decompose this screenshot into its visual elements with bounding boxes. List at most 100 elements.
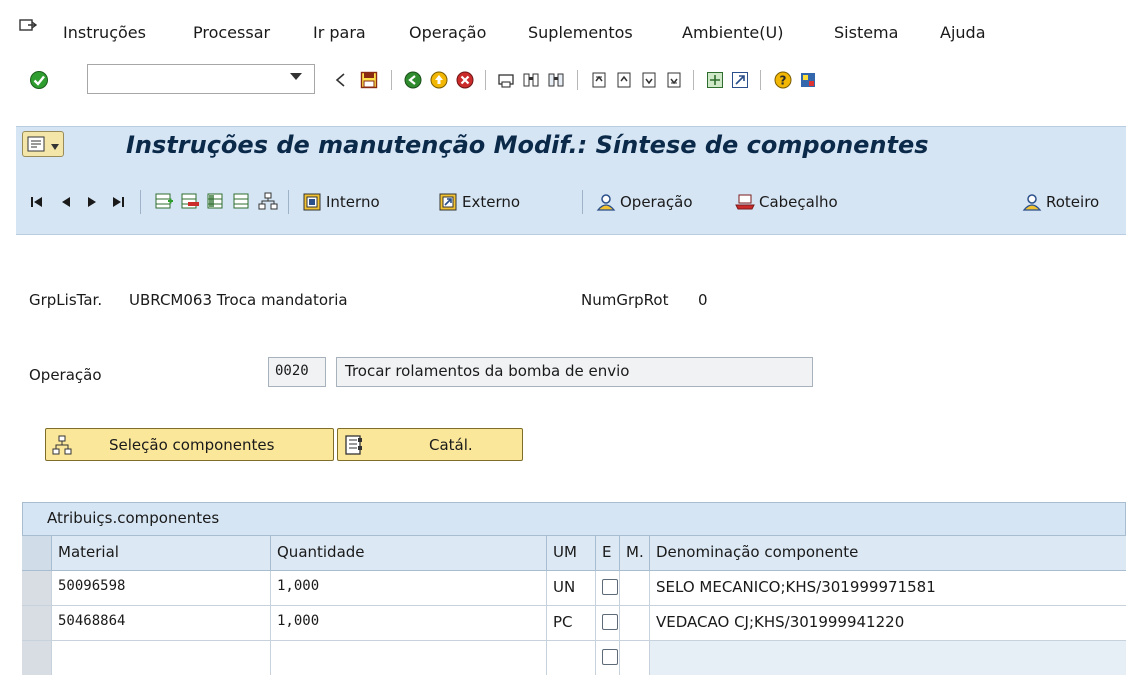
m-cell bbox=[620, 606, 650, 640]
quantity-cell[interactable]: 1,000 bbox=[271, 571, 547, 605]
description-cell[interactable] bbox=[650, 641, 1126, 675]
interno-label: Interno bbox=[326, 193, 380, 211]
check-icon[interactable] bbox=[29, 70, 49, 90]
e-checkbox-cell bbox=[596, 606, 620, 640]
quantity-cell[interactable]: 1,000 bbox=[271, 606, 547, 640]
collapse-icon[interactable] bbox=[332, 71, 350, 89]
menu-ambiente[interactable]: Ambiente(U) bbox=[682, 23, 783, 42]
insert-row-icon[interactable] bbox=[154, 191, 174, 211]
col-um[interactable]: UM bbox=[547, 536, 596, 570]
external-icon bbox=[439, 193, 457, 211]
delete-row-icon[interactable] bbox=[180, 191, 200, 211]
toolbar-separator bbox=[288, 190, 289, 214]
material-cell[interactable]: 50468864 bbox=[52, 606, 271, 640]
externo-label: Externo bbox=[462, 193, 521, 211]
shortcut-icon[interactable] bbox=[731, 71, 749, 89]
system-menu-button[interactable] bbox=[22, 131, 64, 157]
first-page-icon[interactable] bbox=[590, 71, 608, 89]
next-page-icon[interactable] bbox=[640, 71, 658, 89]
command-dropdown-icon[interactable] bbox=[290, 73, 302, 80]
menu-processar[interactable]: Processar bbox=[193, 23, 270, 42]
previous-record-icon[interactable] bbox=[58, 195, 74, 209]
menu-suplementos[interactable]: Suplementos bbox=[528, 23, 633, 42]
cancel-icon[interactable] bbox=[456, 71, 474, 89]
group-label: GrpLisTar. bbox=[29, 291, 103, 309]
catalog-button[interactable]: Catál. bbox=[337, 428, 523, 461]
header-icon bbox=[735, 194, 755, 210]
page-title: Instruções de manutenção Modif.: Síntese… bbox=[126, 131, 929, 159]
row-selector[interactable] bbox=[22, 641, 52, 675]
row-selector[interactable] bbox=[22, 571, 52, 605]
e-checkbox[interactable] bbox=[602, 649, 618, 665]
toolbar-separator bbox=[577, 70, 578, 90]
person-icon bbox=[1022, 194, 1042, 211]
customize-layout-icon[interactable] bbox=[799, 71, 817, 89]
component-selection-button[interactable]: Seleção componentes bbox=[45, 428, 334, 461]
menu-sistema[interactable]: Sistema bbox=[834, 23, 898, 42]
unit-cell[interactable]: UN bbox=[547, 571, 596, 605]
toolbar-separator bbox=[760, 70, 761, 90]
e-checkbox[interactable] bbox=[602, 579, 618, 595]
col-quantidade[interactable]: Quantidade bbox=[271, 536, 547, 570]
system-icon bbox=[27, 136, 45, 152]
e-checkbox-cell bbox=[596, 571, 620, 605]
description-cell[interactable]: VEDACAO CJ;KHS/301999941220 bbox=[650, 606, 1126, 640]
toolbar-separator bbox=[582, 190, 583, 214]
internal-icon bbox=[303, 193, 321, 211]
col-m[interactable]: M. bbox=[620, 536, 650, 570]
externo-button[interactable]: Externo bbox=[438, 188, 520, 216]
table-row: 50096598 1,000 UN SELO MECANICO;KHS/3019… bbox=[22, 571, 1126, 606]
table-row bbox=[22, 641, 1126, 675]
help-icon[interactable]: ? bbox=[774, 71, 792, 89]
catalog-label: Catál. bbox=[429, 435, 473, 454]
menu-ajuda[interactable]: Ajuda bbox=[940, 23, 986, 42]
unit-cell[interactable] bbox=[547, 641, 596, 675]
counter-value: 0 bbox=[698, 291, 708, 309]
e-checkbox-cell bbox=[596, 641, 620, 675]
last-page-icon[interactable] bbox=[665, 71, 683, 89]
toolbar-separator bbox=[140, 190, 141, 214]
e-checkbox[interactable] bbox=[602, 614, 618, 630]
operacao-button[interactable]: Operação bbox=[596, 188, 693, 216]
select-all-rows-button[interactable] bbox=[22, 536, 52, 570]
material-cell[interactable]: 50096598 bbox=[52, 571, 271, 605]
material-cell[interactable] bbox=[52, 641, 271, 675]
find-next-icon[interactable] bbox=[547, 71, 565, 89]
create-session-icon[interactable] bbox=[706, 71, 724, 89]
menu-instrucoes[interactable]: Instruções bbox=[63, 23, 146, 42]
find-icon[interactable] bbox=[522, 71, 540, 89]
previous-page-icon[interactable] bbox=[615, 71, 633, 89]
hierarchy-icon[interactable] bbox=[258, 191, 278, 211]
menu-icon[interactable] bbox=[19, 19, 37, 35]
back-icon[interactable] bbox=[404, 71, 422, 89]
interno-button[interactable]: Interno bbox=[302, 188, 380, 216]
toolbar-separator bbox=[485, 70, 486, 90]
description-cell[interactable]: SELO MECANICO;KHS/301999971581 bbox=[650, 571, 1126, 605]
print-icon[interactable] bbox=[497, 71, 515, 89]
col-denominacao[interactable]: Denominação componente bbox=[650, 536, 1126, 570]
col-material[interactable]: Material bbox=[52, 536, 271, 570]
next-record-icon[interactable] bbox=[84, 195, 100, 209]
group-value: UBRCM063 Troca mandatoria bbox=[129, 291, 348, 309]
roteiro-button[interactable]: Roteiro bbox=[1022, 188, 1099, 216]
exit-icon[interactable] bbox=[430, 71, 448, 89]
operation-label: Operação bbox=[29, 366, 102, 384]
command-field[interactable] bbox=[87, 64, 315, 94]
cabecalho-button[interactable]: Cabeçalho bbox=[735, 188, 838, 216]
row-selector[interactable] bbox=[22, 606, 52, 640]
menu-operacao[interactable]: Operação bbox=[409, 23, 486, 42]
unit-cell[interactable]: PC bbox=[547, 606, 596, 640]
col-e[interactable]: E bbox=[596, 536, 620, 570]
operacao-label: Operação bbox=[620, 193, 693, 211]
toolbar-separator bbox=[391, 70, 392, 90]
person-icon bbox=[596, 194, 616, 211]
component-selection-label: Seleção componentes bbox=[109, 435, 275, 454]
chevron-down-icon bbox=[51, 144, 59, 150]
quantity-cell[interactable] bbox=[271, 641, 547, 675]
select-all-icon[interactable] bbox=[206, 191, 226, 211]
save-icon[interactable] bbox=[360, 71, 378, 89]
last-record-icon[interactable] bbox=[110, 195, 126, 209]
deselect-all-icon[interactable] bbox=[232, 191, 252, 211]
first-record-icon[interactable] bbox=[29, 195, 45, 209]
menu-ir-para[interactable]: Ir para bbox=[313, 23, 366, 42]
